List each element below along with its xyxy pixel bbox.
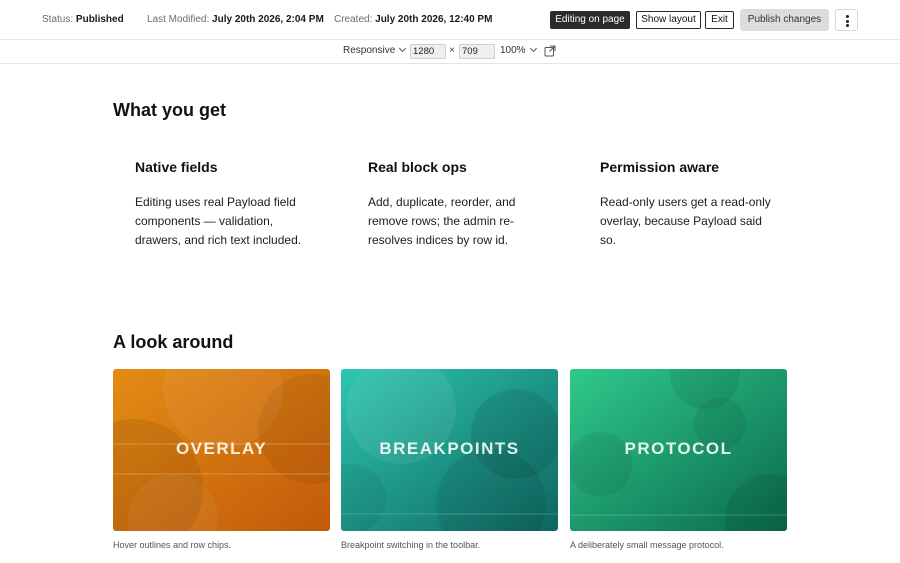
breakpoint-select-value: Responsive xyxy=(343,45,396,56)
feature-body: Add, duplicate, reorder, and remove rows… xyxy=(368,195,516,247)
feature-permission-aware: Permission aware Read-only users get a r… xyxy=(600,159,772,250)
publish-changes-button[interactable]: Publish changes xyxy=(740,9,829,31)
editing-on-page-button[interactable]: Editing on page xyxy=(550,11,630,29)
gallery-card-overlay[interactable]: OVERLAY xyxy=(113,369,330,531)
card-caption: A deliberately small message protocol. xyxy=(570,540,724,550)
viewport-width-input[interactable] xyxy=(410,44,446,59)
admin-toolbar: Status: Published Last Modified: July 20… xyxy=(0,0,900,40)
gallery-card-protocol[interactable]: PROTOCOL xyxy=(570,369,787,531)
feature-body: Read-only users get a read-only overlay,… xyxy=(600,195,771,247)
zoom-select[interactable]: 100% xyxy=(500,44,537,56)
breakpoint-toolbar: Responsive × 100% xyxy=(0,40,900,64)
times-symbol: × xyxy=(449,45,455,56)
created-meta: Created: July 20th 2026, 12:40 PM xyxy=(334,14,492,25)
viewport-height-input[interactable] xyxy=(459,44,495,59)
card-label: OVERLAY xyxy=(175,439,268,458)
breakpoint-select[interactable]: Responsive xyxy=(343,44,407,56)
chevron-down-icon xyxy=(399,44,407,53)
exit-button[interactable]: Exit xyxy=(705,11,734,29)
card-caption: Hover outlines and row chips. xyxy=(113,540,232,550)
feature-title: Real block ops xyxy=(368,159,467,175)
status-label: Status: xyxy=(42,14,74,25)
external-link-icon[interactable] xyxy=(544,45,556,57)
zoom-select-value: 100% xyxy=(500,45,526,56)
chevron-down-icon xyxy=(529,44,537,53)
feature-body: Editing uses real Payload field componen… xyxy=(135,195,302,247)
last-modified-value: July 20th 2026, 2:04 PM xyxy=(212,14,324,25)
feature-real-block-ops: Real block ops Add, duplicate, reorder, … xyxy=(368,159,518,250)
feature-native-fields: Native fields Editing uses real Payload … xyxy=(135,159,310,250)
gallery-card-breakpoints[interactable]: BREAKPOINTS xyxy=(341,369,558,531)
card-caption: Breakpoint switching in the toolbar. xyxy=(341,540,481,550)
kebab-menu-icon xyxy=(846,15,849,27)
created-label: Created: xyxy=(334,14,373,25)
last-modified-meta: Last Modified: July 20th 2026, 2:04 PM xyxy=(147,14,324,25)
status-meta: Status: Published xyxy=(42,14,124,25)
section-title-a-look-around: A look around xyxy=(113,332,234,352)
show-layout-button[interactable]: Show layout xyxy=(636,11,701,29)
feature-title: Native fields xyxy=(135,159,218,175)
status-value: Published xyxy=(75,14,124,25)
section-title-what-you-get: What you get xyxy=(113,100,226,120)
last-modified-label: Last Modified: xyxy=(147,14,210,25)
more-options-button[interactable] xyxy=(835,9,858,31)
card-label: BREAKPOINTS xyxy=(379,439,520,458)
card-label: PROTOCOL xyxy=(624,439,733,458)
feature-title: Permission aware xyxy=(600,159,720,175)
created-value: July 20th 2026, 12:40 PM xyxy=(375,14,493,25)
